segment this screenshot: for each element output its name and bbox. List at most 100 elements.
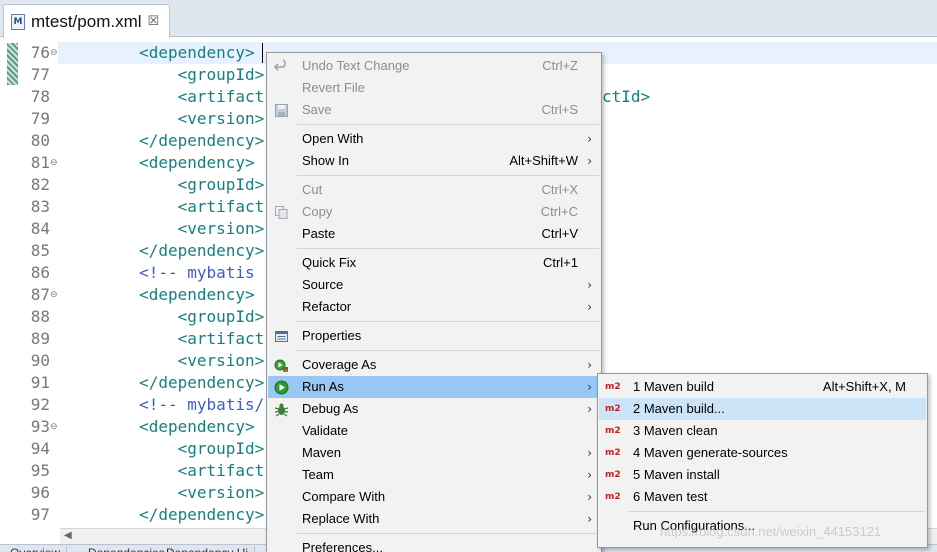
context-menu: Undo Text Change Ctrl+Z Revert File Save Ctr… <box>266 52 602 552</box>
run-icon <box>274 380 289 395</box>
menu-separator <box>297 533 599 534</box>
submenu-arrow-icon: › <box>587 278 592 292</box>
menu-item-run-as[interactable]: Run As › <box>268 376 600 398</box>
run-as-item-5-maven-install[interactable]: m2 5 Maven install <box>599 464 926 486</box>
menu-item-label: Undo Text Change <box>302 58 410 73</box>
menu-item-compare-with[interactable]: Compare With › <box>268 486 600 508</box>
line-number: 95 <box>30 461 50 480</box>
submenu-arrow-icon: › <box>587 490 592 504</box>
menu-item-shortcut: Alt+Shift+X, M <box>822 379 906 394</box>
menu-item-label: Refactor <box>302 299 352 314</box>
line-number: 89 <box>30 329 50 348</box>
line-number: 88 <box>30 307 50 326</box>
run-as-submenu: m2 1 Maven build Alt+Shift+X, M m2 2 Maven b… <box>597 373 928 548</box>
code-text-tail: ctId> <box>602 87 651 106</box>
editor-tab-bar: M mtest/pom.xml ☒ <box>0 0 937 38</box>
menu-item-label: 3 Maven clean <box>633 423 718 438</box>
tab-title: mtest/pom.xml <box>31 11 142 31</box>
menu-item-label: Run As <box>302 379 344 394</box>
menu-item-maven[interactable]: Maven › <box>268 442 600 464</box>
line-number: 91 <box>30 373 50 392</box>
menu-item-open-with[interactable]: Open With › <box>268 128 600 150</box>
scroll-left-icon[interactable]: ◀ <box>64 530 72 541</box>
menu-item-label: Quick Fix <box>302 255 357 270</box>
menu-item-label: Replace With <box>302 511 380 526</box>
run-as-item-6-maven-test[interactable]: m2 6 Maven test <box>599 486 926 508</box>
tab-pom-xml[interactable]: M mtest/pom.xml ☒ <box>3 4 170 38</box>
menu-item-show-in[interactable]: Show In Alt+Shift+W › <box>268 150 600 172</box>
line-number: 76 <box>30 43 50 62</box>
menu-separator <box>297 175 599 176</box>
fold-toggle-icon[interactable]: ⊖ <box>50 416 58 438</box>
line-number: 81 <box>30 153 50 172</box>
submenu-arrow-icon: › <box>587 468 592 482</box>
undo-icon <box>273 59 289 74</box>
line-number: 78 <box>30 87 50 106</box>
menu-item-shortcut: Ctrl+C <box>540 204 578 219</box>
line-number: 84 <box>30 219 50 238</box>
tab-pom-page[interactable]: Overview <box>4 546 68 552</box>
save-icon <box>274 103 289 118</box>
maven-m2-icon: m2 <box>605 404 621 414</box>
menu-item-label: Preferences... <box>302 540 383 552</box>
code-text: <artifactId> <box>62 87 294 106</box>
menu-item-source[interactable]: Source › <box>268 274 600 296</box>
menu-item-shortcut: Alt+Shift+W <box>509 153 578 168</box>
submenu-arrow-icon: › <box>587 380 592 394</box>
maven-pom-file-icon: M <box>11 13 25 30</box>
code-text: <dependency> <box>62 153 255 172</box>
menu-item-quick-fix[interactable]: Quick Fix Ctrl+1 <box>268 252 600 274</box>
menu-item-label: Cut <box>302 182 323 197</box>
menu-item-coverage-as[interactable]: Coverage As › <box>268 354 600 376</box>
code-text: </dependency> <box>62 241 265 260</box>
maven-m2-icon: m2 <box>605 470 621 480</box>
submenu-arrow-icon: › <box>587 300 592 314</box>
code-text: <artifact <box>62 197 265 216</box>
menu-separator <box>297 321 599 322</box>
menu-item-undo-text-change: Undo Text Change Ctrl+Z <box>268 55 600 77</box>
code-text: <!-- mybatis/ <box>62 395 265 414</box>
line-number: 97 <box>30 505 50 524</box>
submenu-arrow-icon: › <box>587 512 592 526</box>
copy-icon <box>274 205 289 220</box>
menu-item-label: 1 Maven build <box>633 379 714 394</box>
menu-item-label: Compare With <box>302 489 386 504</box>
menu-item-replace-with[interactable]: Replace With › <box>268 508 600 530</box>
submenu-arrow-icon: › <box>587 358 592 372</box>
properties-icon <box>274 329 289 344</box>
line-number: 77 <box>30 65 50 84</box>
menu-separator <box>628 511 925 512</box>
menu-item-label: Open With <box>302 131 364 146</box>
code-text: <version> <box>62 483 265 502</box>
menu-item-team[interactable]: Team › <box>268 464 600 486</box>
tab-pom-page[interactable]: Dependency Hi <box>160 546 256 552</box>
line-number: 94 <box>30 439 50 458</box>
code-text: <version> <box>62 219 265 238</box>
run-as-item-2-maven-build[interactable]: m2 2 Maven build... <box>599 398 926 420</box>
run-as-item-3-maven-clean[interactable]: m2 3 Maven clean <box>599 420 926 442</box>
maven-m2-icon: m2 <box>605 382 621 392</box>
run-as-item-1-maven-build[interactable]: m2 1 Maven build Alt+Shift+X, M <box>599 376 926 398</box>
close-icon[interactable]: ☒ <box>148 14 160 29</box>
line-number: 82 <box>30 175 50 194</box>
menu-item-properties[interactable]: Properties <box>268 325 600 347</box>
code-text: <groupId> <box>62 439 265 458</box>
debug-bug-icon <box>274 402 289 417</box>
code-text: <!-- mybatis <box>62 263 255 282</box>
menu-item-validate[interactable]: Validate <box>268 420 600 442</box>
menu-item-label: Paste <box>302 226 336 241</box>
menu-item-label: Coverage As <box>302 357 377 372</box>
menu-item-refactor[interactable]: Refactor › <box>268 296 600 318</box>
fold-toggle-icon[interactable]: ⊖ <box>50 284 58 306</box>
fold-toggle-icon[interactable]: ⊖ <box>50 42 58 64</box>
submenu-arrow-icon: › <box>587 154 592 168</box>
menu-item-label: Debug As <box>302 401 359 416</box>
menu-separator <box>297 350 599 351</box>
run-as-item-4-maven-generate-sources[interactable]: m2 4 Maven generate-sources <box>599 442 926 464</box>
fold-toggle-icon[interactable]: ⊖ <box>50 152 58 174</box>
menu-item-shortcut: Ctrl+X <box>541 182 578 197</box>
menu-item-paste[interactable]: Paste Ctrl+V <box>268 223 600 245</box>
menu-item-debug-as[interactable]: Debug As › <box>268 398 600 420</box>
tab-pom-page[interactable]: Dependencies <box>82 546 172 552</box>
menu-item-preferences[interactable]: Preferences... <box>268 537 600 552</box>
